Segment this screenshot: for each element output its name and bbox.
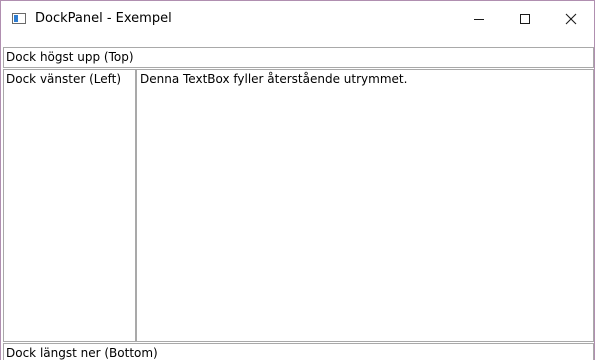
close-icon [565, 13, 577, 25]
app-window: DockPanel - Exempel Dock högst upp (Top)… [0, 0, 595, 360]
minimize-icon [474, 19, 484, 20]
application-window-icon[interactable] [12, 13, 26, 24]
title-bar[interactable]: DockPanel - Exempel [1, 1, 594, 37]
dock-left-textbox[interactable]: Dock vänster (Left) [3, 69, 136, 342]
dock-top-textbox[interactable]: Dock högst upp (Top) [3, 47, 594, 68]
maximize-icon [520, 14, 530, 24]
window-title: DockPanel - Exempel [35, 11, 172, 26]
close-button[interactable] [549, 1, 594, 37]
minimize-button[interactable] [457, 1, 503, 37]
maximize-button[interactable] [503, 1, 549, 37]
dock-bottom-textbox[interactable]: Dock längst ner (Bottom) [3, 343, 594, 360]
dock-fill-textbox[interactable]: Denna TextBox fyller återstående utrymme… [136, 69, 594, 342]
application-icon-pane [14, 15, 18, 22]
